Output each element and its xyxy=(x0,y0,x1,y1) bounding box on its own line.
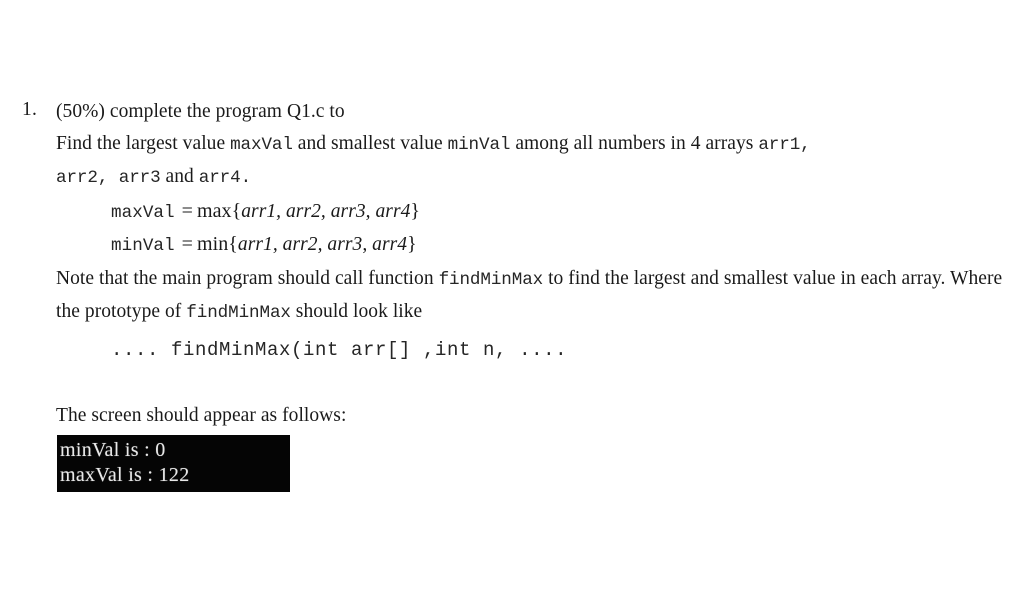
question-line-2: Find the largest value maxVal and smalle… xyxy=(56,128,1007,162)
screen-caption: The screen should appear as follows: xyxy=(56,404,347,426)
equation-equals-minval: = xyxy=(181,233,193,255)
console-line-minval: minVal is : 0 xyxy=(60,438,166,461)
question-intro-line: (50%) complete the program Q1.c to xyxy=(56,96,1007,128)
equation-arg-max-4: arr4 xyxy=(375,200,411,222)
identifier-maxval: maxVal xyxy=(230,134,293,155)
equation-close-brace-min: } xyxy=(407,233,417,255)
identifier-minval: minVal xyxy=(447,134,511,155)
question-intro-text: complete the program Q1.c to xyxy=(109,101,345,122)
equation-arg-max-1: arr1 xyxy=(241,200,277,222)
identifier-arr1: arr1, xyxy=(758,134,811,155)
question-1: 1. (50%) complete the program Q1.c to Fi… xyxy=(22,96,1007,492)
equation-close-brace-max: } xyxy=(410,199,421,222)
note-text-a: Note that the main program should call f… xyxy=(56,267,439,289)
question-line-3: arr2, arr3 and arr4. xyxy=(56,161,1007,195)
identifier-arr2-arr3: arr2, arr3 xyxy=(56,168,161,188)
document-page: 1. (50%) complete the program Q1.c to Fi… xyxy=(0,0,1027,599)
equation-sep-min-3: , xyxy=(362,234,373,255)
equation-sep-max-2: , xyxy=(320,200,331,222)
equation-arg-min-2: arr2 xyxy=(282,234,318,255)
line3-text-and: and xyxy=(160,166,199,187)
question-points: (50%) xyxy=(56,101,105,122)
question-number: 1. xyxy=(22,99,38,120)
equation-minval: minVal = min{arr1, arr2, arr3, arr4} xyxy=(111,229,1007,263)
equation-lhs-maxval: maxVal xyxy=(111,202,175,223)
line2-text-b: and smallest value xyxy=(292,132,448,154)
console-line-maxval: maxVal is : 122 xyxy=(60,463,190,486)
identifier-findminmax-1: findMinMax xyxy=(438,269,544,290)
identifier-findminmax-2: findMinMax xyxy=(186,303,291,323)
equation-arg-min-3: arr3 xyxy=(327,234,363,255)
equation-sep-max-1: , xyxy=(276,200,286,222)
note-text-c: should look like xyxy=(290,301,423,322)
equation-maxval: maxVal = max{arr1, arr2, arr3, arr4} xyxy=(111,196,1007,230)
equation-arg-min-1: arr1 xyxy=(237,234,273,255)
equation-sep-min-2: , xyxy=(317,234,328,255)
equation-open-brace-min: { xyxy=(228,233,238,255)
equation-sep-min-1: , xyxy=(272,234,283,255)
console-output: minVal is : 0 maxVal is : 122 xyxy=(57,434,290,492)
equation-function-max: max xyxy=(197,199,232,222)
equation-equals-maxval: = xyxy=(181,199,193,222)
line2-text-c: among all numbers in 4 arrays xyxy=(510,132,759,154)
function-prototype: .... findMinMax(int arr[] ,int n, .... xyxy=(111,338,568,361)
equation-open-brace-max: { xyxy=(231,199,242,222)
equation-block: maxVal = max{arr1, arr2, arr3, arr4} minVa… xyxy=(111,196,1007,263)
question-note-paragraph: Note that the main program should call f… xyxy=(56,263,1006,330)
equation-arg-min-4: arr4 xyxy=(372,234,408,255)
equation-sep-max-3: , xyxy=(365,200,376,222)
question-body: (50%) complete the program Q1.c to Find … xyxy=(56,96,1007,492)
identifier-arr4: arr4. xyxy=(198,168,252,188)
equation-arg-max-2: arr2 xyxy=(286,200,321,222)
equation-lhs-minval: minVal xyxy=(111,236,175,256)
equation-arg-max-3: arr3 xyxy=(330,200,366,222)
line2-text-a: Find the largest value xyxy=(56,132,231,154)
equation-function-min: min xyxy=(197,233,229,255)
